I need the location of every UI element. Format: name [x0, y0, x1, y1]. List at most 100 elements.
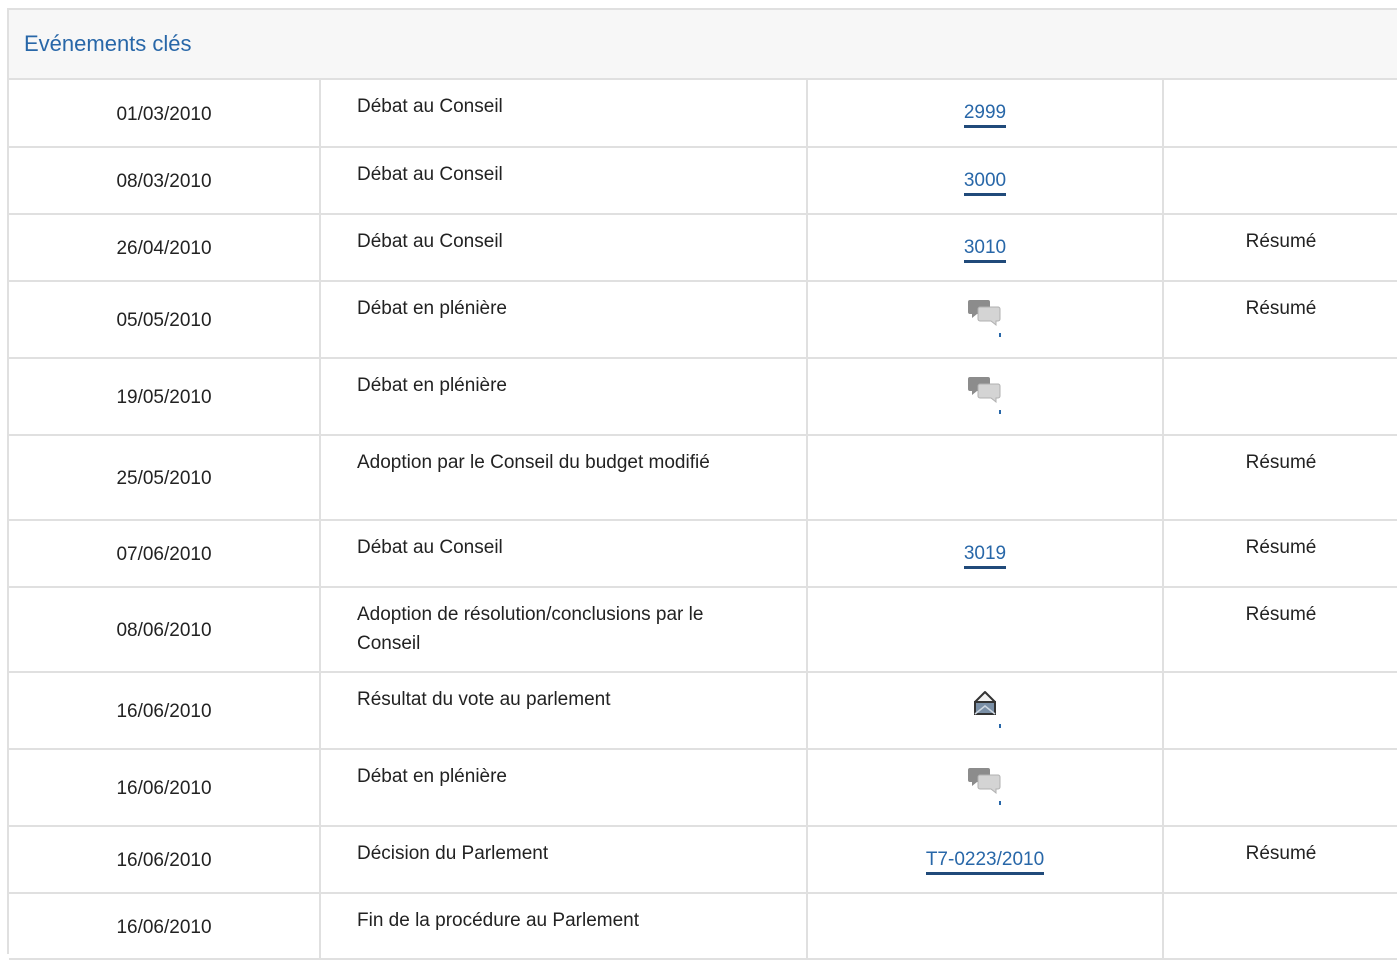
- debate-icon[interactable]: [967, 297, 1003, 337]
- event-summary-cell: [1163, 358, 1397, 436]
- event-row: 25/05/2010 Adoption par le Conseil du bud…: [9, 435, 1397, 521]
- summary-link[interactable]: Résumé: [1246, 604, 1317, 625]
- event-date-cell: 07/06/2010: [9, 520, 321, 588]
- event-date-cell: 05/05/2010: [9, 281, 321, 359]
- event-date-cell: 19/05/2010: [9, 358, 321, 436]
- event-row: 08/06/2010 Adoption de résolution/conclus…: [9, 587, 1397, 673]
- event-row: 16/06/2010 Débat en plénière: [9, 749, 1397, 827]
- event-description: Débat en plénière: [357, 298, 507, 319]
- event-description: Débat au Conseil: [357, 164, 503, 185]
- event-description-cell: Débat au Conseil: [320, 80, 808, 148]
- event-description-cell: Débat en plénière: [320, 749, 808, 827]
- link-underline-mark: [999, 333, 1001, 337]
- event-description: Débat au Conseil: [357, 231, 503, 252]
- event-summary-cell: [1163, 749, 1397, 827]
- reference-link[interactable]: 3010: [963, 237, 1007, 263]
- event-row: 05/05/2010 Débat en plénière Résumé: [9, 281, 1397, 359]
- event-date-cell: 26/04/2010: [9, 214, 321, 282]
- event-description: Débat en plénière: [357, 766, 507, 787]
- event-row: 01/03/2010 Débat au Conseil 2999: [9, 80, 1397, 148]
- event-date: 01/03/2010: [116, 103, 212, 125]
- event-description: Adoption par le Conseil du budget modifi…: [357, 452, 710, 473]
- event-description: Fin de la procédure au Parlement: [357, 910, 639, 931]
- event-summary-cell: [1163, 147, 1397, 215]
- events-table-body: 01/03/2010 Débat au Conseil 2999 08/03/2010…: [9, 80, 1397, 960]
- event-date: 07/06/2010: [116, 544, 212, 565]
- event-date: 16/06/2010: [116, 701, 212, 722]
- summary-link[interactable]: Résumé: [1246, 231, 1317, 252]
- event-reference-cell: [807, 358, 1164, 436]
- debate-icon[interactable]: [967, 765, 1003, 805]
- panel-header: Evénements clés: [9, 10, 1397, 80]
- summary-link[interactable]: Résumé: [1246, 843, 1317, 864]
- event-reference-cell: 2999: [807, 80, 1164, 148]
- event-summary-cell: [1163, 893, 1397, 960]
- event-description-cell: Débat au Conseil: [320, 520, 808, 588]
- event-row: 16/06/2010 Décision du Parlement T7-0223/2…: [9, 826, 1397, 894]
- event-date-cell: 08/06/2010: [9, 587, 321, 673]
- event-description: Adoption de résolution/conclusions par l…: [357, 604, 704, 654]
- event-date: 08/03/2010: [116, 171, 212, 192]
- event-reference-cell: T7-0223/2010: [807, 826, 1164, 894]
- event-reference-cell: [807, 672, 1164, 750]
- summary-link[interactable]: Résumé: [1246, 452, 1317, 473]
- event-description-cell: Décision du Parlement: [320, 826, 808, 894]
- event-reference-cell: [807, 587, 1164, 673]
- key-events-panel: Evénements clés 01/03/2010 Débat au Conse…: [7, 8, 1397, 960]
- summary-link[interactable]: Résumé: [1246, 298, 1317, 319]
- event-summary-cell: Résumé: [1163, 587, 1397, 673]
- event-row: 07/06/2010 Débat au Conseil 3019 Résumé: [9, 520, 1397, 588]
- vote-icon[interactable]: [967, 688, 1003, 728]
- event-description: Résultat du vote au parlement: [357, 689, 611, 710]
- event-summary-cell: Résumé: [1163, 826, 1397, 894]
- reference-link[interactable]: 3019: [963, 543, 1007, 569]
- event-reference-cell: [807, 893, 1164, 960]
- event-description-cell: Fin de la procédure au Parlement: [320, 893, 808, 960]
- link-underline-mark: [999, 410, 1001, 414]
- event-reference-cell: 3000: [807, 147, 1164, 215]
- event-reference-cell: [807, 281, 1164, 359]
- event-date-cell: 25/05/2010: [9, 435, 321, 521]
- event-reference-cell: [807, 749, 1164, 827]
- event-date-cell: 16/06/2010: [9, 893, 321, 960]
- event-description: Décision du Parlement: [357, 843, 549, 864]
- event-description: Débat au Conseil: [357, 537, 503, 558]
- event-description-cell: Adoption par le Conseil du budget modifi…: [320, 435, 808, 521]
- link-underline-mark: [999, 724, 1001, 728]
- event-reference-cell: 3019: [807, 520, 1164, 588]
- event-date-cell: 16/06/2010: [9, 749, 321, 827]
- event-reference-cell: [807, 435, 1164, 521]
- event-date: 19/05/2010: [116, 387, 212, 408]
- panel-title: Evénements clés: [24, 31, 192, 56]
- event-row: 16/06/2010 Fin de la procédure au Parleme…: [9, 893, 1397, 960]
- event-row: 26/04/2010 Débat au Conseil 3010 Résumé: [9, 214, 1397, 282]
- event-description-cell: Débat au Conseil: [320, 214, 808, 282]
- event-reference-cell: 3010: [807, 214, 1164, 282]
- event-summary-cell: Résumé: [1163, 520, 1397, 588]
- event-date: 05/05/2010: [116, 310, 212, 331]
- event-date-cell: 01/03/2010: [9, 80, 321, 148]
- debate-icon[interactable]: [967, 374, 1003, 414]
- summary-link[interactable]: Résumé: [1246, 537, 1317, 558]
- event-description-cell: Résultat du vote au parlement: [320, 672, 808, 750]
- event-summary-cell: [1163, 672, 1397, 750]
- event-date: 16/06/2010: [116, 778, 212, 799]
- event-description-cell: Débat au Conseil: [320, 147, 808, 215]
- event-date: 16/06/2010: [116, 916, 212, 938]
- reference-link[interactable]: T7-0223/2010: [925, 849, 1045, 875]
- event-row: 19/05/2010 Débat en plénière: [9, 358, 1397, 436]
- event-date-cell: 08/03/2010: [9, 147, 321, 215]
- event-date: 08/06/2010: [116, 620, 212, 641]
- event-description: Débat au Conseil: [357, 96, 503, 117]
- event-description: Débat en plénière: [357, 375, 507, 396]
- event-description-cell: Débat en plénière: [320, 281, 808, 359]
- event-date: 25/05/2010: [116, 468, 212, 489]
- events-table: 01/03/2010 Débat au Conseil 2999 08/03/2010…: [9, 80, 1397, 960]
- event-summary-cell: Résumé: [1163, 214, 1397, 282]
- event-date: 26/04/2010: [116, 238, 212, 259]
- event-date: 16/06/2010: [116, 850, 212, 871]
- reference-link[interactable]: 3000: [963, 170, 1007, 196]
- event-row: 16/06/2010 Résultat du vote au parlement: [9, 672, 1397, 750]
- event-date-cell: 16/06/2010: [9, 826, 321, 894]
- reference-link[interactable]: 2999: [963, 102, 1007, 128]
